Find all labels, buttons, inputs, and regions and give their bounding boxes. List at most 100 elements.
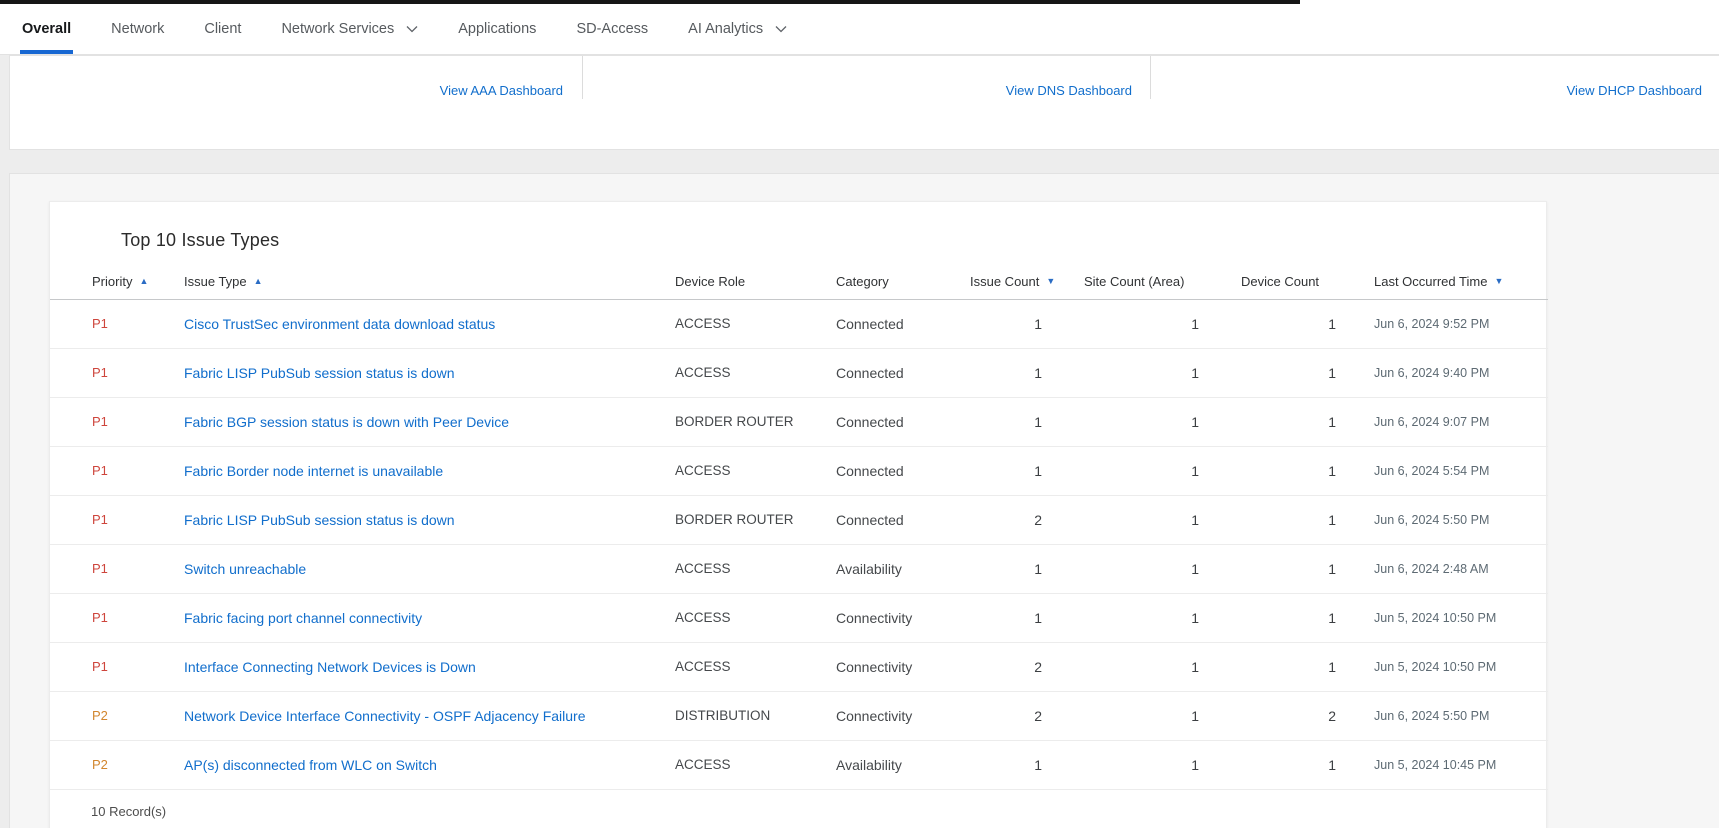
priority-badge: P1: [92, 561, 108, 576]
site-count-cell: 1: [1084, 691, 1240, 740]
content-panel: Top 10 Issue Types Priority Issue Type: [9, 173, 1719, 828]
nav-tab[interactable]: SD-Access: [576, 4, 648, 54]
table-row: P1 Switch unreachable ACCESS Availabilit…: [50, 544, 1548, 593]
device-count-cell: 1: [1240, 446, 1374, 495]
priority-badge: P1: [92, 414, 108, 429]
nav-tab-label: AI Analytics: [688, 21, 763, 37]
issue-count-cell: 1: [965, 544, 1084, 593]
top-issues-card: Top 10 Issue Types Priority Issue Type: [49, 201, 1547, 828]
column-header[interactable]: Issue Type: [184, 264, 670, 299]
issue-count-cell: 1: [965, 299, 1084, 348]
primary-nav: Overall Network Client Network Services: [0, 0, 1719, 55]
nav-tab-label: Network Services: [281, 21, 394, 37]
site-count-cell: 1: [1084, 299, 1240, 348]
table-row: P1 Fabric BGP session status is down wit…: [50, 397, 1548, 446]
issue-type-link[interactable]: Fabric LISP PubSub session status is dow…: [184, 365, 455, 381]
sort-icon: [1046, 276, 1055, 286]
issue-type-link[interactable]: Switch unreachable: [184, 561, 306, 577]
last-occurred-cell: Jun 5, 2024 10:45 PM: [1374, 740, 1548, 789]
nav-tab[interactable]: Overall: [22, 4, 71, 54]
table-row: P2 Network Device Interface Connectivity…: [50, 691, 1548, 740]
priority-badge: P1: [92, 512, 108, 527]
issue-count-cell: 2: [965, 691, 1084, 740]
nav-tab-label: Applications: [458, 21, 536, 37]
chevron-down-icon: [406, 25, 418, 33]
column-header-label: Issue Count: [970, 274, 1039, 289]
sort-icon: [1494, 276, 1503, 286]
issue-type-link[interactable]: Network Device Interface Connectivity - …: [184, 708, 586, 724]
device-count-cell: 2: [1240, 691, 1374, 740]
category-cell: Connected: [830, 299, 965, 348]
device-count-cell: 1: [1240, 740, 1374, 789]
nav-tab[interactable]: AI Analytics: [688, 4, 787, 54]
issue-type-link[interactable]: Fabric Border node internet is unavailab…: [184, 463, 443, 479]
issue-type-link[interactable]: Fabric facing port channel connectivity: [184, 610, 422, 626]
priority-badge: P1: [92, 463, 108, 478]
last-occurred-cell: Jun 6, 2024 5:54 PM: [1374, 446, 1548, 495]
last-occurred-cell: Jun 6, 2024 2:48 AM: [1374, 544, 1548, 593]
column-header[interactable]: Category: [830, 264, 965, 299]
device-count-cell: 1: [1240, 299, 1374, 348]
column-header[interactable]: Last Occurred Time: [1374, 264, 1548, 299]
dashboards-summary-panel: View AAA Dashboard View DNS Dashboard Vi…: [9, 55, 1719, 150]
column-header[interactable]: Issue Count: [965, 264, 1084, 299]
table-row: P1 Interface Connecting Network Devices …: [50, 642, 1548, 691]
category-cell: Connectivity: [830, 593, 965, 642]
nav-tab[interactable]: Client: [204, 4, 241, 54]
priority-badge: P1: [92, 316, 108, 331]
device-role-cell: BORDER ROUTER: [670, 397, 830, 446]
issue-count-cell: 1: [965, 740, 1084, 789]
table-header-row: Priority Issue Type Device Role Category: [50, 264, 1548, 299]
nav-tab[interactable]: Network: [111, 4, 164, 54]
category-cell: Connected: [830, 397, 965, 446]
site-count-cell: 1: [1084, 348, 1240, 397]
view-dashboard-link[interactable]: View AAA Dashboard: [440, 83, 563, 98]
issue-type-link[interactable]: Cisco TrustSec environment data download…: [184, 316, 495, 332]
device-count-cell: 1: [1240, 642, 1374, 691]
issue-type-link[interactable]: AP(s) disconnected from WLC on Switch: [184, 757, 437, 773]
column-header[interactable]: Device Role: [670, 264, 830, 299]
view-dashboard-link[interactable]: View DNS Dashboard: [1006, 83, 1132, 98]
column-header[interactable]: Priority: [50, 264, 184, 299]
device-role-cell: ACCESS: [670, 348, 830, 397]
device-count-cell: 1: [1240, 495, 1374, 544]
nav-tab[interactable]: Applications: [458, 4, 536, 54]
category-cell: Connected: [830, 495, 965, 544]
last-occurred-cell: Jun 6, 2024 9:07 PM: [1374, 397, 1548, 446]
column-header-label: Priority: [92, 274, 132, 289]
category-cell: Connected: [830, 446, 965, 495]
column-header-label: Issue Type: [184, 274, 247, 289]
last-occurred-cell: Jun 5, 2024 10:50 PM: [1374, 593, 1548, 642]
issue-count-cell: 1: [965, 593, 1084, 642]
device-role-cell: ACCESS: [670, 544, 830, 593]
site-count-cell: 1: [1084, 642, 1240, 691]
site-count-cell: 1: [1084, 397, 1240, 446]
last-occurred-cell: Jun 6, 2024 5:50 PM: [1374, 691, 1548, 740]
view-dashboard-link[interactable]: View DHCP Dashboard: [1567, 83, 1702, 98]
record-count: 10 Record(s): [91, 804, 1546, 819]
dashboard-tabs: Overall Network Client Network Services: [0, 4, 1719, 54]
last-occurred-cell: Jun 5, 2024 10:50 PM: [1374, 642, 1548, 691]
category-cell: Connectivity: [830, 691, 965, 740]
nav-tab[interactable]: Network Services: [281, 4, 418, 54]
column-header[interactable]: Device Count: [1240, 264, 1374, 299]
issue-count-cell: 2: [965, 495, 1084, 544]
table-row: P1 Fabric Border node internet is unavai…: [50, 446, 1548, 495]
issue-count-cell: 2: [965, 642, 1084, 691]
category-cell: Availability: [830, 544, 965, 593]
column-header[interactable]: Site Count (Area): [1084, 264, 1240, 299]
issue-type-link[interactable]: Fabric BGP session status is down with P…: [184, 414, 509, 430]
issue-type-link[interactable]: Fabric LISP PubSub session status is dow…: [184, 512, 455, 528]
issue-type-link[interactable]: Interface Connecting Network Devices is …: [184, 659, 476, 675]
sort-icon: [139, 276, 148, 286]
issue-count-cell: 1: [965, 348, 1084, 397]
category-cell: Connectivity: [830, 642, 965, 691]
site-count-cell: 1: [1084, 740, 1240, 789]
nav-tab-label: Client: [204, 21, 241, 37]
nav-tab-label: Network: [111, 21, 164, 37]
device-role-cell: ACCESS: [670, 593, 830, 642]
sort-icon: [254, 276, 263, 286]
device-role-cell: DISTRIBUTION: [670, 691, 830, 740]
active-tab-underline: [20, 50, 73, 54]
nav-tab-label: Overall: [22, 21, 71, 37]
